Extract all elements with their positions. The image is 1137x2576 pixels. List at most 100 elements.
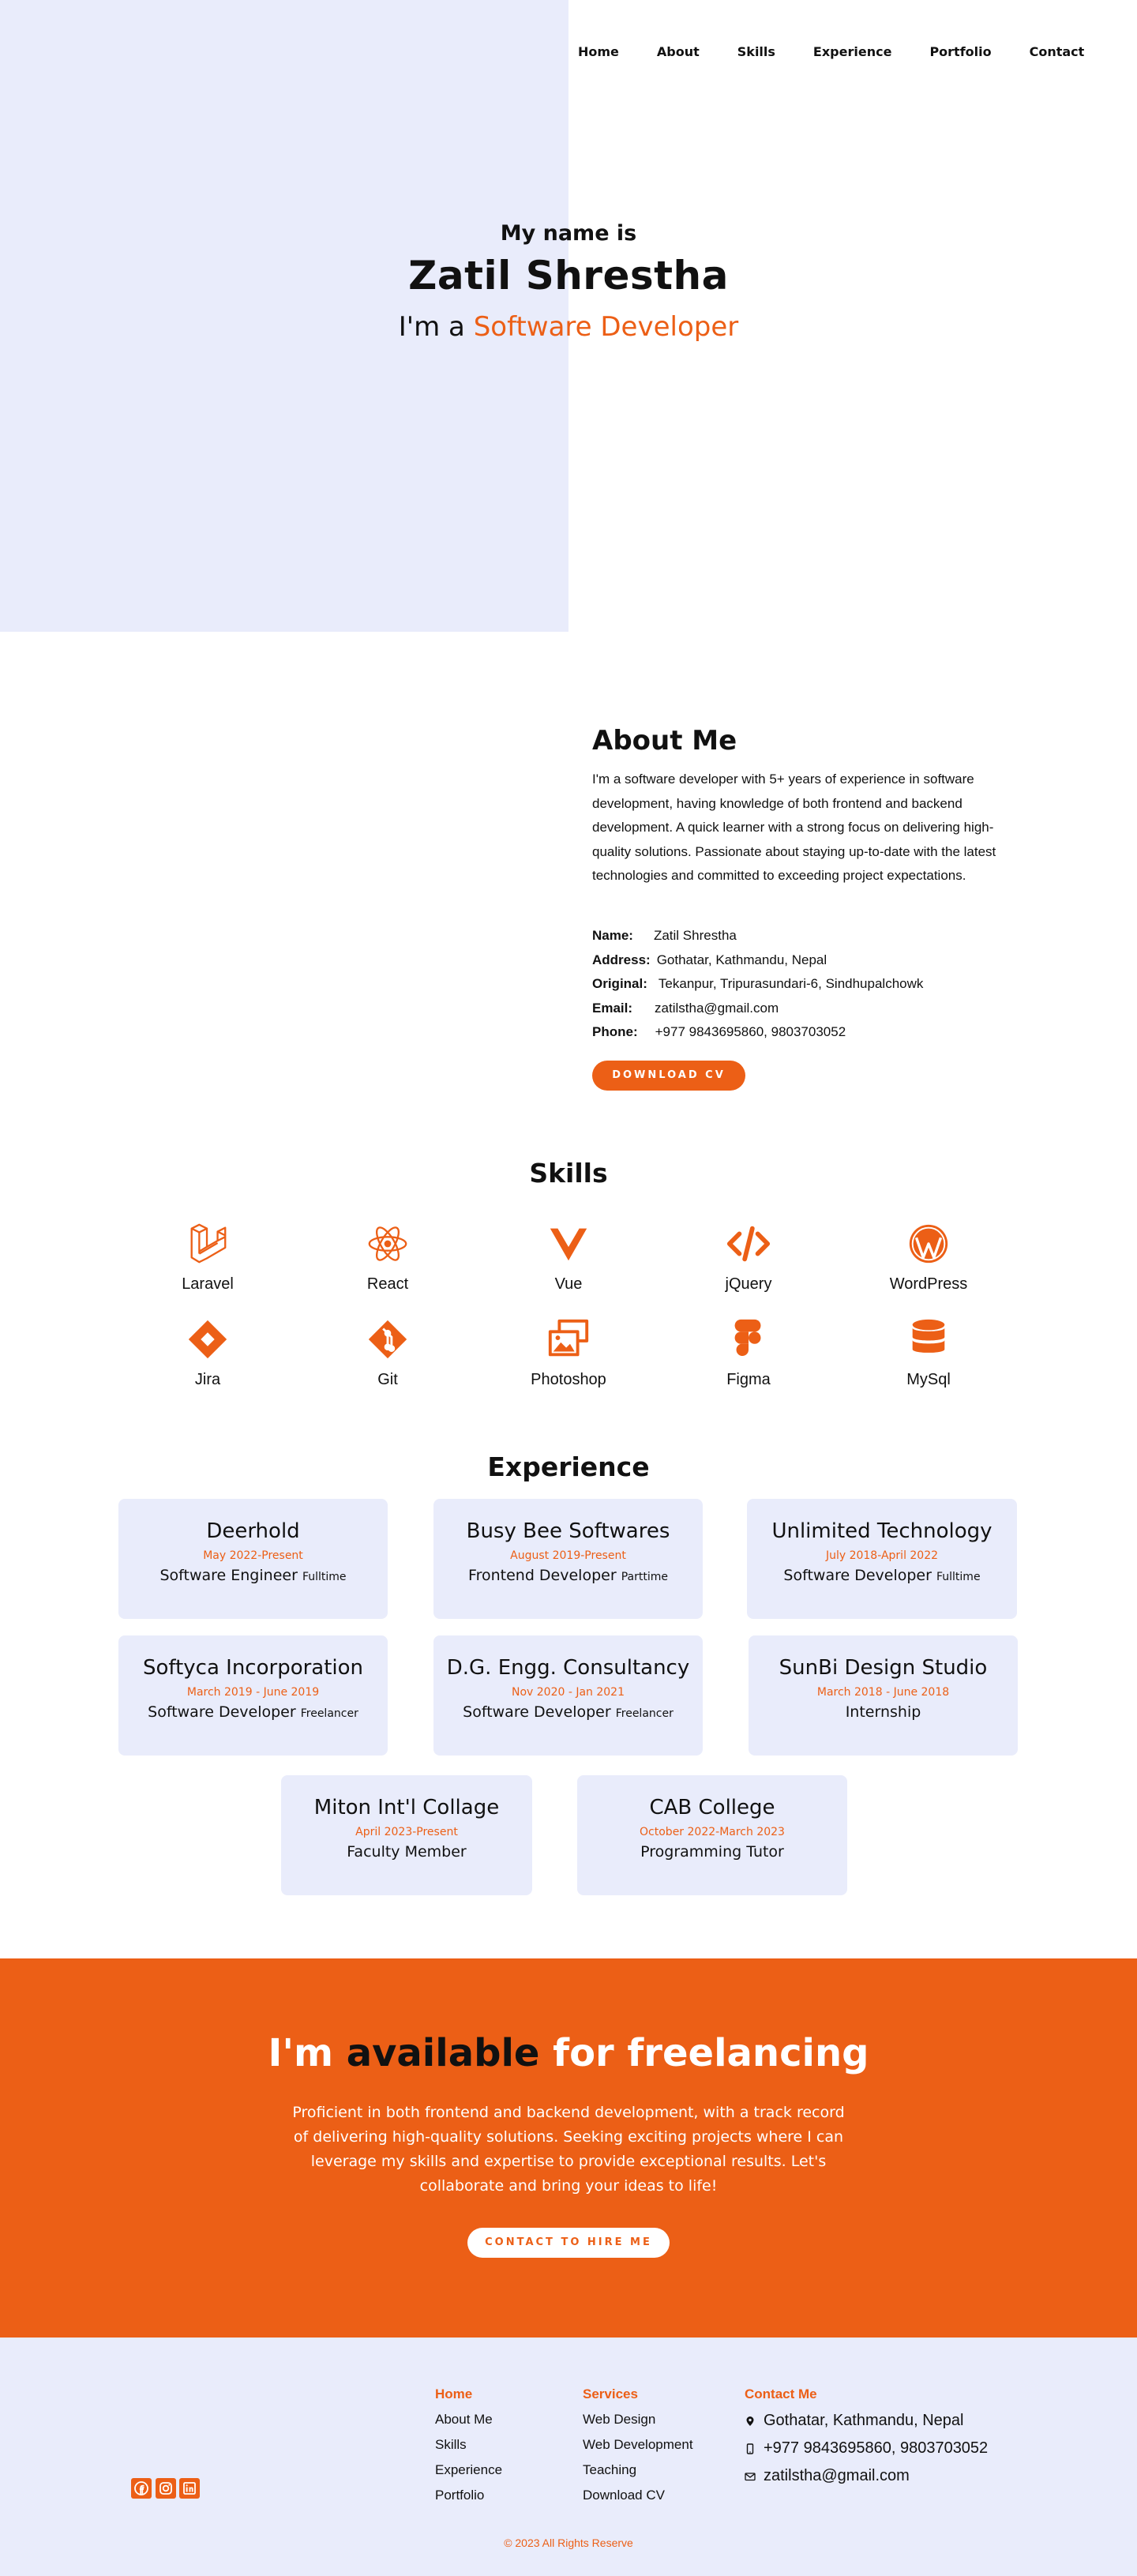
footer-email-text: zatilstha@gmail.com <box>764 2467 910 2484</box>
skill-item: Photoshop <box>497 1316 640 1389</box>
freelance-text: Proficient in both frontend and backend … <box>292 2104 845 2195</box>
experience-dates: March 2019 - June 2019 <box>186 1686 320 1699</box>
experience-company: Softyca Incorporation <box>142 1656 364 1680</box>
wordpress-icon <box>857 1221 1000 1267</box>
nav-contact[interactable]: Contact <box>1030 41 1085 63</box>
skill-item: Vue <box>497 1221 640 1294</box>
experience-dates: Nov 2020 - Jan 2021 <box>511 1686 625 1699</box>
skill-label: jQuery <box>725 1275 772 1293</box>
experience-company: D.G. Engg. Consultancy <box>446 1656 690 1680</box>
footer-link-web-design[interactable]: Web Design <box>583 2407 693 2432</box>
footer-links-main: Home About Me Skills Experience Portfoli… <box>435 2382 502 2508</box>
experience-card: Miton Int'l Collage April 2023-Present F… <box>281 1775 532 1895</box>
react-icon <box>317 1221 459 1267</box>
info-key: Name: <box>592 928 633 943</box>
skill-item: React <box>317 1221 459 1294</box>
experience-role-title: Software Engineer <box>159 1567 298 1584</box>
info-row-address: Address: Gothatar, Kathmandu, Nepal <box>592 948 1034 973</box>
experience-company: SunBi Design Studio <box>779 1656 988 1680</box>
hero-section: Home About Skills Experience Portfolio C… <box>0 0 1137 632</box>
nav-experience[interactable]: Experience <box>813 41 892 63</box>
linkedin-icon[interactable] <box>179 2478 200 2499</box>
nav-about[interactable]: About <box>657 41 700 63</box>
experience-card: D.G. Engg. Consultancy Nov 2020 - Jan 20… <box>433 1635 703 1756</box>
skill-item: Laravel <box>137 1221 279 1294</box>
footer-address: Gothatar, Kathmandu, Nepal <box>745 2407 988 2435</box>
nav-skills[interactable]: Skills <box>737 41 775 63</box>
download-cv-button[interactable]: DOWNLOAD CV <box>592 1061 745 1091</box>
hero-role: I'm a Software Developer <box>0 311 1137 343</box>
experience-company: CAB College <box>649 1796 775 1819</box>
nav-portfolio[interactable]: Portfolio <box>929 41 991 63</box>
experience-card: Busy Bee Softwares August 2019-Present F… <box>433 1499 703 1619</box>
skills-title: Skills <box>529 1158 608 1188</box>
freelance-headline-post: for freelancing <box>539 2031 869 2075</box>
vue-icon <box>497 1221 640 1267</box>
figma-icon <box>677 1316 820 1362</box>
footer-link-teaching[interactable]: Teaching <box>583 2458 693 2483</box>
footer-phone-text: +977 9843695860, 9803703052 <box>764 2439 989 2457</box>
footer-link-skills[interactable]: Skills <box>435 2432 502 2458</box>
footer-link-about[interactable]: About Me <box>435 2407 502 2432</box>
skill-label: MySql <box>906 1371 951 1388</box>
skill-item: MySql <box>857 1316 1000 1389</box>
hero-role-prefix: I'm a <box>398 311 474 343</box>
envelope-icon <box>745 2467 764 2484</box>
experience-type: Freelancer <box>300 1707 358 1720</box>
phone-icon <box>745 2439 764 2457</box>
skill-label: Jira <box>194 1371 221 1388</box>
skill-label: Figma <box>726 1371 771 1388</box>
code-icon <box>677 1221 820 1267</box>
footer-link-web-development[interactable]: Web Development <box>583 2432 693 2458</box>
about-title: About Me <box>592 725 737 757</box>
experience-dates: October 2022-March 2023 <box>640 1826 785 1838</box>
copyright: © 2023 All Rights Reserve <box>504 2537 633 2549</box>
skill-item: WordPress <box>857 1221 1000 1294</box>
facebook-icon[interactable] <box>131 2478 152 2499</box>
info-row-original: Original: Tekanpur, Tripurasundari-6, Sin… <box>592 972 1034 997</box>
experience-role-title: Programming Tutor <box>640 1843 784 1861</box>
footer-link-download-cv[interactable]: Download CV <box>583 2483 693 2508</box>
skill-label: Photoshop <box>531 1371 606 1388</box>
info-key: Email: <box>592 1000 633 1016</box>
footer-address-text: Gothatar, Kathmandu, Nepal <box>764 2412 964 2429</box>
experience-dates: July 2018-April 2022 <box>825 1549 939 1562</box>
experience-role-title: Software Developer <box>148 1703 296 1721</box>
experience-dates: May 2022-Present <box>203 1549 303 1562</box>
laravel-icon <box>137 1221 279 1267</box>
skill-item: Git <box>317 1316 459 1389</box>
skill-label: Laravel <box>182 1275 234 1293</box>
experience-role: Frontend Developer Parttime <box>433 1567 703 1584</box>
experience-dates: April 2023-Present <box>355 1826 458 1838</box>
instagram-icon[interactable] <box>156 2478 176 2499</box>
experience-card: SunBi Design Studio March 2018 - June 20… <box>749 1635 1018 1756</box>
experience-role-title: Frontend Developer <box>468 1567 617 1584</box>
skill-item: Figma <box>677 1316 820 1389</box>
freelance-headline-highlight: available <box>346 2031 540 2075</box>
footer-email: zatilstha@gmail.com <box>745 2462 988 2490</box>
footer-link-home[interactable]: Home <box>435 2382 502 2407</box>
footer-link-experience[interactable]: Experience <box>435 2458 502 2483</box>
footer-links-services: Services Web Design Web Development Teac… <box>583 2382 693 2508</box>
footer-link-portfolio[interactable]: Portfolio <box>435 2483 502 2508</box>
experience-card: Deerhold May 2022-Present Software Engin… <box>118 1499 388 1619</box>
footer-phone: +977 9843695860, 9803703052 <box>745 2435 988 2462</box>
experience-role: Software Developer Fulltime <box>747 1567 1017 1584</box>
nav-home[interactable]: Home <box>578 41 619 63</box>
footer: Home About Me Skills Experience Portfoli… <box>0 2338 1137 2576</box>
footer-services-title: Services <box>583 2386 638 2401</box>
experience-role: Software Developer Freelancer <box>433 1703 703 1721</box>
footer-contact: Contact Me Gothatar, Kathmandu, Nepal +9… <box>745 2382 988 2490</box>
experience-company: Unlimited Technology <box>771 1519 993 1543</box>
images-icon <box>497 1316 640 1362</box>
experience-role-title: Faculty Member <box>347 1843 467 1861</box>
freelance-headline: I'm available for freelancing <box>0 2031 1137 2075</box>
info-value: Gothatar, Kathmandu, Nepal <box>656 952 827 967</box>
map-pin-icon <box>745 2412 764 2429</box>
experience-company: Busy Bee Softwares <box>466 1519 670 1543</box>
footer-contact-title: Contact Me <box>745 2386 817 2401</box>
about-text: I'm a software developer with 5+ years o… <box>592 772 996 883</box>
experience-title: Experience <box>487 1451 650 1482</box>
experience-role-title: Software Developer <box>463 1703 611 1721</box>
contact-hire-button[interactable]: CONTACT TO HIRE ME <box>467 2228 670 2258</box>
